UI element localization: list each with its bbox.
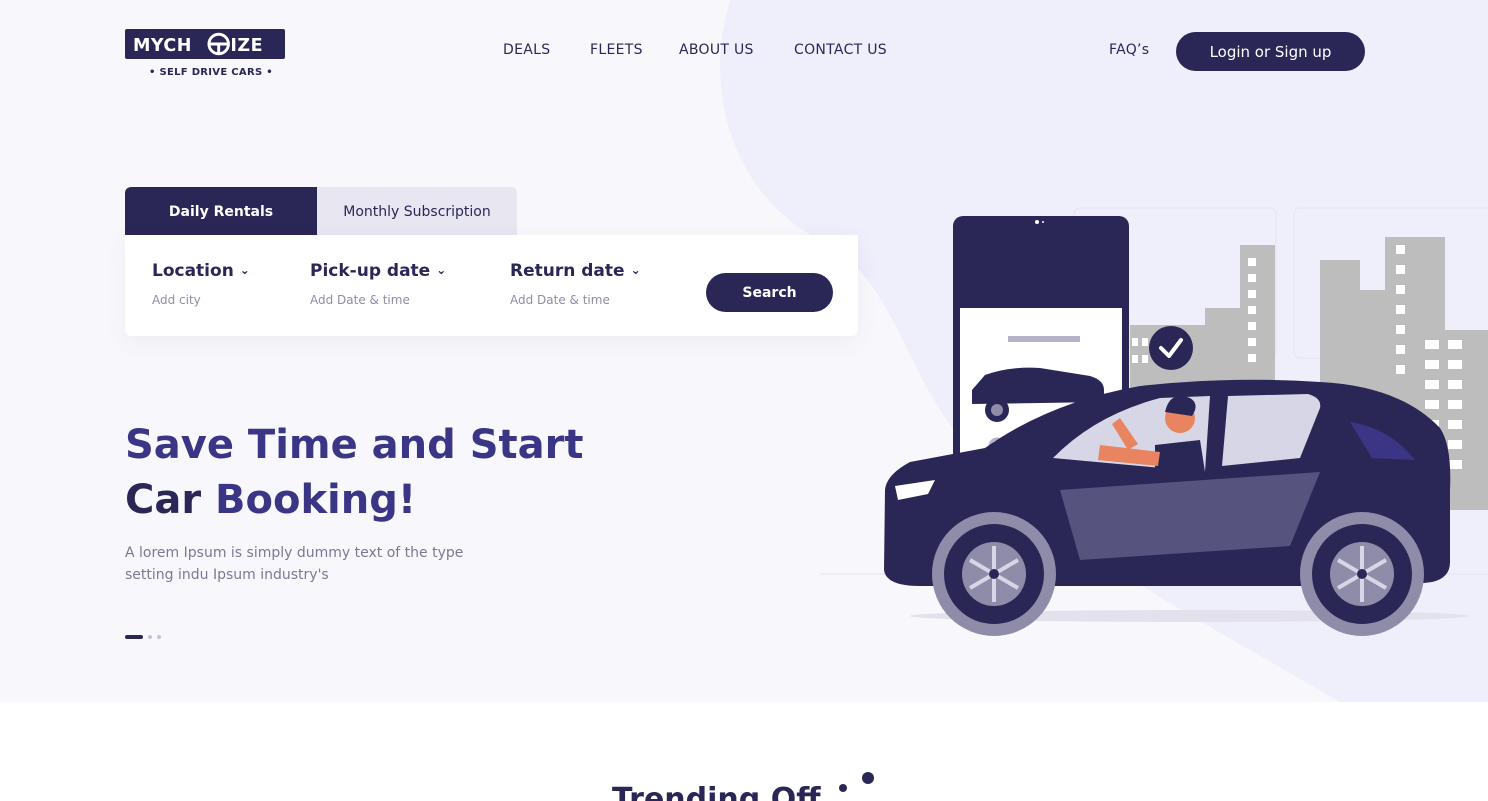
headline-line-1: Save Time and Start: [125, 422, 584, 468]
hero-subtext: A lorem Ipsum is simply dummy text of th…: [125, 545, 464, 583]
tab-daily-rentals[interactable]: Daily Rentals: [125, 187, 317, 236]
headline-car: Car: [125, 477, 215, 523]
carousel-dot-active[interactable]: [125, 635, 143, 639]
carousel-dot[interactable]: [148, 635, 152, 639]
hero-section: MYCH IZE • SELF DRIVE CARS • DEALS FLEET…: [0, 0, 1488, 702]
location-label: Location: [152, 261, 234, 281]
carousel-dot[interactable]: [157, 635, 161, 639]
booking-widget: Location ⌄ Add city Pick-up date ⌄ Add Dat…: [125, 235, 858, 336]
return-date-field[interactable]: Return date ⌄ Add Date & time: [510, 261, 641, 307]
pickup-date-label: Pick-up date: [310, 261, 431, 281]
nav-about-us[interactable]: ABOUT US: [679, 42, 754, 58]
hero-headline: Save Time and Start Car Booking!: [125, 418, 645, 528]
chevron-down-icon: ⌄: [436, 263, 447, 277]
logo-tagline: • SELF DRIVE CARS •: [149, 67, 273, 78]
headline-booking: Booking!: [215, 477, 417, 523]
carousel-indicator: [125, 635, 161, 639]
nav-faq[interactable]: FAQ’s: [1109, 42, 1149, 58]
location-field[interactable]: Location ⌄ Add city: [152, 261, 250, 307]
nav-deals[interactable]: DEALS: [503, 42, 550, 58]
tab-monthly-subscription[interactable]: Monthly Subscription: [317, 187, 517, 236]
nav-contact-us[interactable]: CONTACT US: [794, 42, 887, 58]
return-date-label: Return date: [510, 261, 625, 281]
chevron-down-icon: ⌄: [630, 263, 641, 277]
return-date-placeholder: Add Date & time: [510, 293, 610, 307]
pickup-date-placeholder: Add Date & time: [310, 293, 410, 307]
pickup-date-field[interactable]: Pick-up date ⌄ Add Date & time: [310, 261, 446, 307]
chevron-down-icon: ⌄: [239, 263, 250, 277]
car-booking-illustration: [820, 207, 1488, 636]
login-signup-button[interactable]: Login or Sign up: [1176, 32, 1365, 71]
location-placeholder: Add city: [152, 293, 201, 307]
section-title: Trending Off: [612, 782, 821, 801]
nav-fleets[interactable]: FLEETS: [590, 42, 643, 58]
decorative-dots: [839, 772, 874, 792]
